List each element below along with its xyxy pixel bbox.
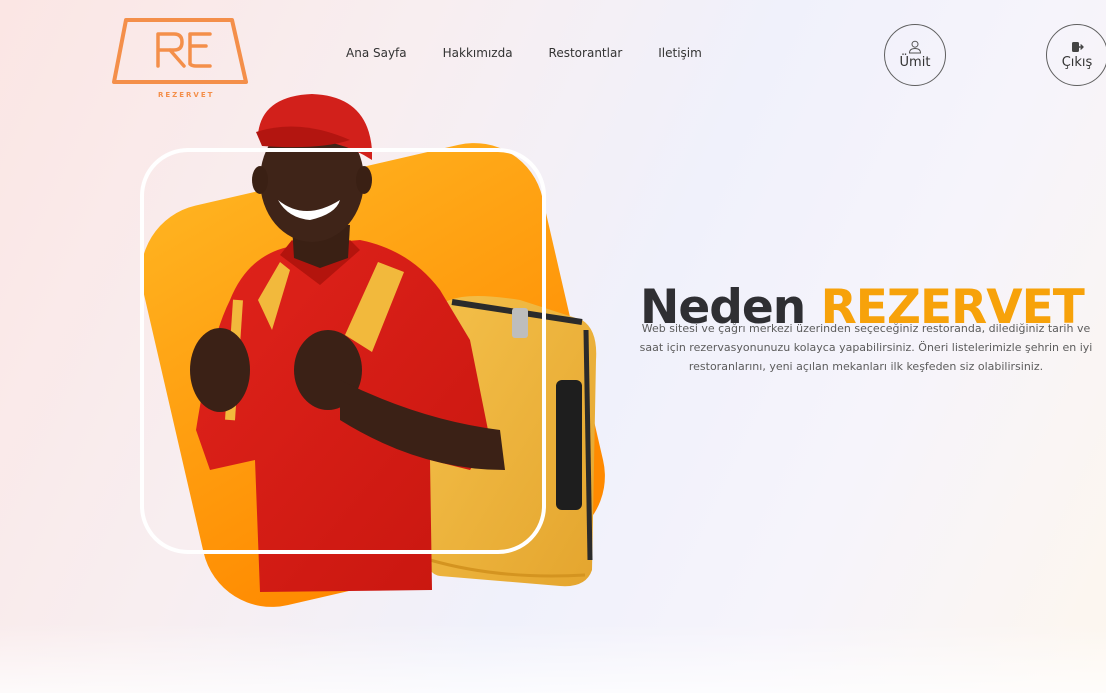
backpack-illustration [427,296,597,587]
nav-item-contact[interactable]: Iletişim [658,46,702,60]
nav-item-about[interactable]: Hakkımızda [443,46,513,60]
logo[interactable]: REZERVET [112,16,248,99]
logo-mark [112,18,248,84]
user-icon [908,40,922,53]
profile-label: Ümit [899,54,931,70]
nav-item-home[interactable]: Ana Sayfa [346,46,407,60]
hero-description: Web sitesi ve çağrı merkezi üzerinden se… [639,322,1093,373]
bottom-fade [0,623,1106,693]
logo-text: REZERVET [158,91,215,99]
logout-button[interactable]: Çıkış [1046,24,1106,86]
orange-card-shape [141,143,605,607]
profile-button[interactable]: Ümit [884,24,946,86]
logout-label: Çıkış [1061,54,1093,70]
person-head [252,94,372,242]
nav-item-restaurants[interactable]: Restorantlar [549,46,623,60]
page: REZERVET Ana Sayfa Hakkımızda Restorantl… [0,0,1106,693]
main-nav: Ana Sayfa Hakkımızda Restorantlar Iletiş… [346,46,702,60]
person-body [190,225,505,592]
logout-icon [1072,41,1084,52]
white-frame-outline [140,148,546,554]
